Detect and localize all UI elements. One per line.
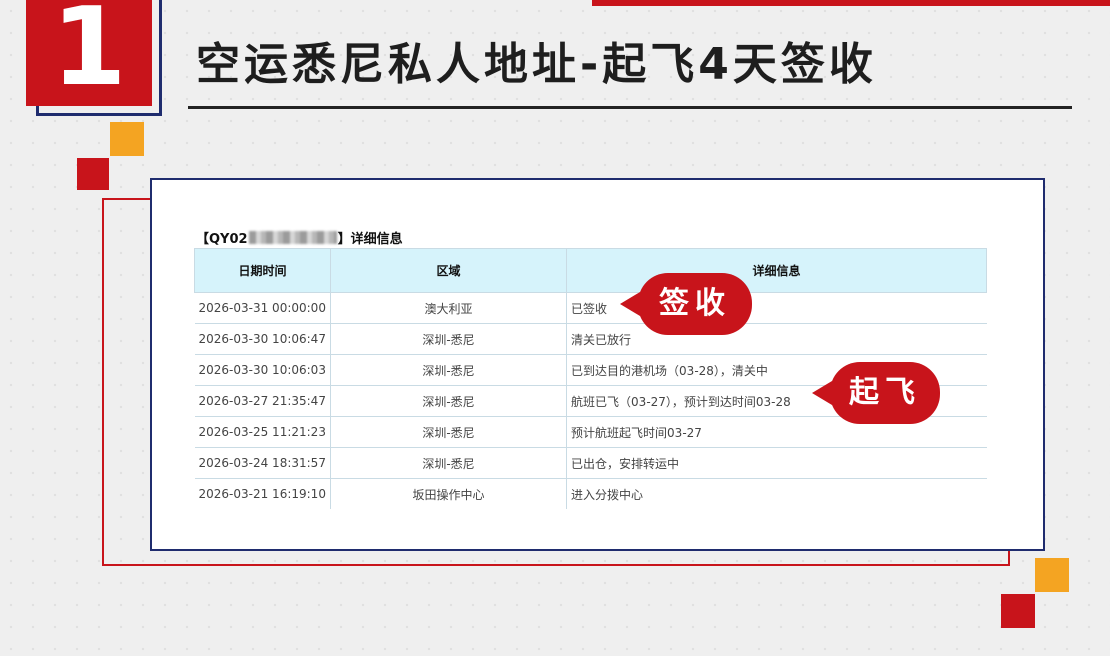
redacted-tracking-number [248,231,337,244]
detail-heading: 【QY02 】详细信息 [196,228,403,247]
cell-time: 2026-03-21 16:19:10 [194,478,331,509]
cell-area: 深圳-悉尼 [329,385,567,417]
cell-time: 2026-03-30 10:06:03 [194,354,331,386]
table-row: 2026-03-30 10:06:47 深圳-悉尼 清关已放行 [194,323,987,355]
cell-time: 2026-03-31 00:00:00 [194,292,331,324]
table-row: 2026-03-21 16:19:10 坂田操作中心 进入分拨中心 [194,478,987,509]
cell-area: 深圳-悉尼 [329,416,567,448]
title-underline [188,106,1072,109]
cell-time: 2026-03-24 18:31:57 [194,447,331,479]
top-accent-line [592,0,1110,6]
tracking-number-prefix: 【QY02 [196,232,248,247]
cell-info: 已出仓，安排转运中 [566,447,987,479]
cell-area: 深圳-悉尼 [329,447,567,479]
cell-info: 预计航班起飞时间03-27 [566,416,987,448]
decor-square-yellow [110,122,144,156]
number-badge: 1 [26,0,152,106]
col-header-info: 详细信息 [566,248,987,293]
decor-square-yellow [1035,558,1069,592]
cell-info: 清关已放行 [566,323,987,355]
cell-area: 澳大利亚 [329,292,567,324]
cell-area: 坂田操作中心 [329,478,567,509]
detail-heading-label: 】详细信息 [337,232,403,247]
col-header-time: 日期时间 [194,248,331,293]
cell-time: 2026-03-27 21:35:47 [194,385,331,417]
table-header-row: 日期时间 区域 详细信息 [194,248,987,293]
table-row: 2026-03-24 18:31:57 深圳-悉尼 已出仓，安排转运中 [194,447,987,479]
callout-signed: 签收 [638,273,752,335]
decor-square-red [77,158,109,190]
cell-info: 进入分拨中心 [566,478,987,509]
col-header-area: 区域 [329,248,568,293]
cell-time: 2026-03-25 11:21:23 [194,416,331,448]
cell-time: 2026-03-30 10:06:47 [194,323,331,355]
page-title: 空运悉尼私人地址-起飞4天签收 [196,39,877,90]
callout-takeoff: 起飞 [830,362,940,424]
cell-area: 深圳-悉尼 [329,323,567,355]
table-row: 2026-03-31 00:00:00 澳大利亚 已签收 [194,292,987,324]
decor-square-red [1001,594,1035,628]
cell-area: 深圳-悉尼 [329,354,567,386]
